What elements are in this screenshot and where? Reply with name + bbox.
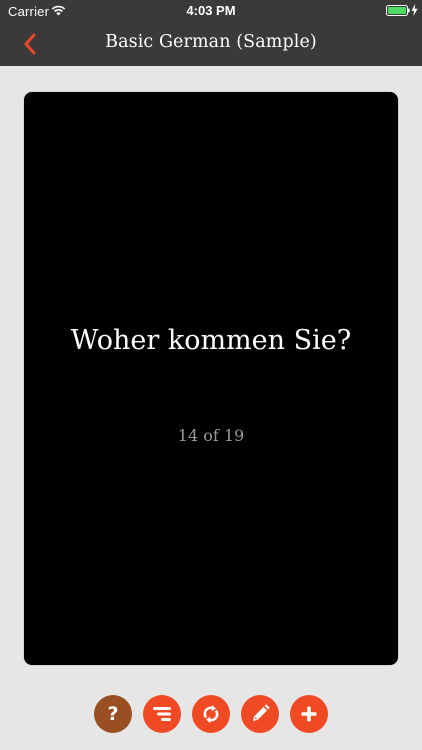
top-header: Carrier 4:03 PM Basic German (Sample) xyxy=(0,0,422,66)
card-question-text: Woher kommen Sie? xyxy=(70,325,352,356)
page-title: Basic German (Sample) xyxy=(105,32,317,52)
flip-card-button[interactable] xyxy=(192,695,230,733)
pencil-icon xyxy=(253,704,270,721)
battery-icon xyxy=(386,5,410,16)
refresh-flip-icon xyxy=(203,705,219,723)
card-progress-text: 14 of 19 xyxy=(177,426,245,445)
sort-button[interactable] xyxy=(143,695,181,733)
charging-bolt-icon xyxy=(411,4,418,16)
help-button[interactable]: ? xyxy=(94,695,132,733)
filter-sort-icon xyxy=(153,707,171,721)
status-bar: Carrier 4:03 PM xyxy=(0,0,422,22)
app-screen: Carrier 4:03 PM Basic German (Sample) Wo… xyxy=(0,0,422,750)
bottom-toolbar: ? xyxy=(0,692,422,736)
add-card-button[interactable] xyxy=(290,695,328,733)
status-time: 4:03 PM xyxy=(186,3,236,18)
flashcard[interactable]: Woher kommen Sie? 14 of 19 xyxy=(24,92,398,665)
plus-icon xyxy=(301,706,317,722)
navigation-bar: Basic German (Sample) xyxy=(0,22,422,66)
back-button[interactable] xyxy=(16,30,44,58)
edit-button[interactable] xyxy=(241,695,279,733)
question-mark-icon: ? xyxy=(107,702,119,725)
chevron-left-icon xyxy=(24,33,36,55)
